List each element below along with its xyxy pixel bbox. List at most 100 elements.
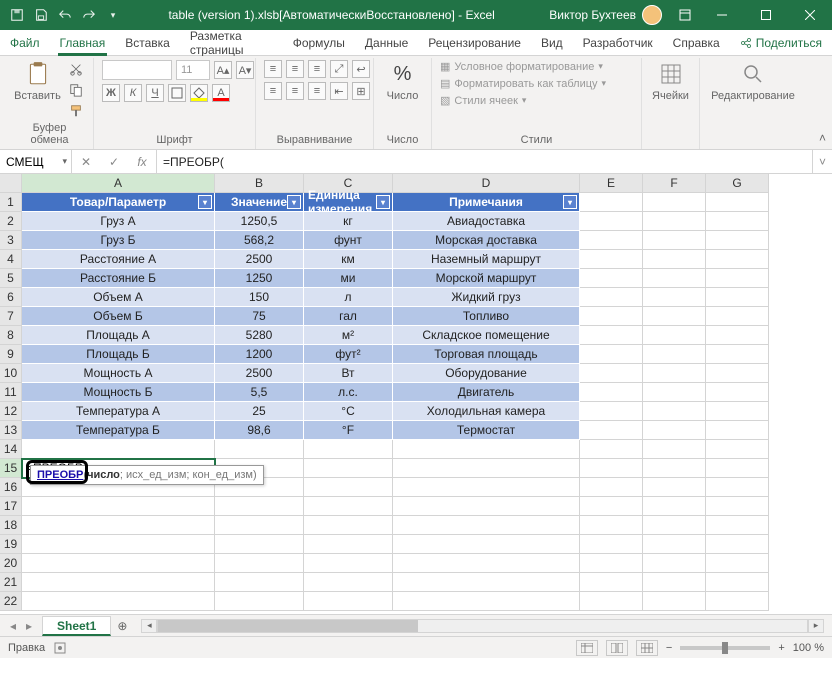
cell[interactable]: Оборудование [393,364,580,383]
cell[interactable] [580,573,643,592]
cancel-formula-icon[interactable]: ✕ [72,155,100,169]
share-button[interactable]: Поделиться [730,30,832,55]
page-break-view-icon[interactable] [636,640,658,656]
cell[interactable] [580,383,643,402]
cell[interactable] [643,516,706,535]
collapse-ribbon-icon[interactable]: ˄ [819,131,826,145]
cell[interactable]: Товар/Параметр▾ [22,193,215,212]
cell[interactable]: 5,5 [215,383,304,402]
sheet-nav-next-icon[interactable]: ▸ [22,619,36,633]
row-header[interactable]: 22 [0,592,22,611]
new-sheet-button[interactable]: ⊕ [111,615,133,636]
cell[interactable] [706,250,769,269]
filter-icon[interactable]: ▾ [563,195,577,209]
cell[interactable] [304,478,393,497]
fill-color-icon[interactable] [190,84,208,102]
cell[interactable] [580,269,643,288]
tab-view[interactable]: Вид [531,30,573,55]
autosave-icon[interactable] [8,6,26,24]
function-tooltip[interactable]: ПРЕОБР(число; исх_ед_изм; кон_ед_изм) [30,465,264,485]
maximize-button[interactable] [744,0,788,30]
cell[interactable] [580,212,643,231]
cell[interactable]: Двигатель [393,383,580,402]
close-button[interactable] [788,0,832,30]
zoom-slider[interactable] [680,646,770,650]
cell[interactable] [643,307,706,326]
cell[interactable] [580,592,643,611]
cell[interactable] [643,269,706,288]
tab-data[interactable]: Данные [355,30,418,55]
format-painter-icon[interactable] [67,102,85,120]
cell[interactable]: Наземный маршрут [393,250,580,269]
cell[interactable] [580,193,643,212]
cell[interactable] [215,497,304,516]
qat-dropdown-icon[interactable]: ▾ [104,6,122,24]
scroll-right-icon[interactable]: ▸ [808,619,824,633]
cell[interactable] [393,459,580,478]
font-combo[interactable] [102,60,172,80]
cell[interactable] [706,402,769,421]
cell[interactable] [643,326,706,345]
cell[interactable] [215,440,304,459]
cell[interactable] [580,307,643,326]
align-middle-icon[interactable]: ≡ [286,60,304,78]
cell[interactable]: 1200 [215,345,304,364]
cell-styles-button[interactable]: ▧Стили ячеек▾ [440,94,606,107]
cell[interactable]: л.с. [304,383,393,402]
align-right-icon[interactable]: ≡ [308,82,326,100]
cell[interactable]: 25 [215,402,304,421]
row-header[interactable]: 3 [0,231,22,250]
underline-button[interactable]: Ч [146,84,164,102]
cell[interactable] [580,364,643,383]
cell[interactable] [580,402,643,421]
tab-page-layout[interactable]: Разметка страницы [180,30,283,55]
row-header[interactable]: 19 [0,535,22,554]
cell[interactable]: гал [304,307,393,326]
cell[interactable]: м² [304,326,393,345]
cell[interactable] [580,459,643,478]
cell[interactable] [22,516,215,535]
cell[interactable]: 568,2 [215,231,304,250]
cell[interactable]: 98,6 [215,421,304,440]
fx-icon[interactable]: fx [128,155,156,169]
cell[interactable]: км [304,250,393,269]
cell[interactable]: фунт [304,231,393,250]
column-header[interactable]: B [215,174,304,193]
cell[interactable] [643,459,706,478]
cell[interactable] [304,592,393,611]
cell[interactable] [393,592,580,611]
redo-icon[interactable] [80,6,98,24]
cell[interactable] [706,383,769,402]
row-header[interactable]: 11 [0,383,22,402]
cell[interactable] [393,535,580,554]
cell[interactable] [706,307,769,326]
scroll-left-icon[interactable]: ◂ [141,619,157,633]
cell[interactable] [22,592,215,611]
cell[interactable]: 1250,5 [215,212,304,231]
cell[interactable] [643,231,706,250]
cell[interactable] [643,383,706,402]
cell[interactable] [393,516,580,535]
cell[interactable] [580,516,643,535]
row-header[interactable]: 21 [0,573,22,592]
cell[interactable] [706,440,769,459]
cell[interactable] [706,478,769,497]
cell[interactable]: 75 [215,307,304,326]
filter-icon[interactable]: ▾ [287,195,301,209]
cell[interactable]: ми [304,269,393,288]
cell[interactable]: Площадь Б [22,345,215,364]
cell[interactable] [304,459,393,478]
cell[interactable] [643,288,706,307]
cell[interactable] [215,535,304,554]
normal-view-icon[interactable] [576,640,598,656]
cell[interactable] [706,459,769,478]
cell[interactable] [580,554,643,573]
tab-home[interactable]: Главная [50,30,116,55]
cell[interactable]: кг [304,212,393,231]
cell[interactable] [706,212,769,231]
cell[interactable] [22,497,215,516]
cell[interactable] [706,269,769,288]
cell[interactable]: 5280 [215,326,304,345]
horizontal-scrollbar[interactable]: ◂ ▸ [133,615,832,636]
merge-icon[interactable]: ⊞ [352,82,370,100]
